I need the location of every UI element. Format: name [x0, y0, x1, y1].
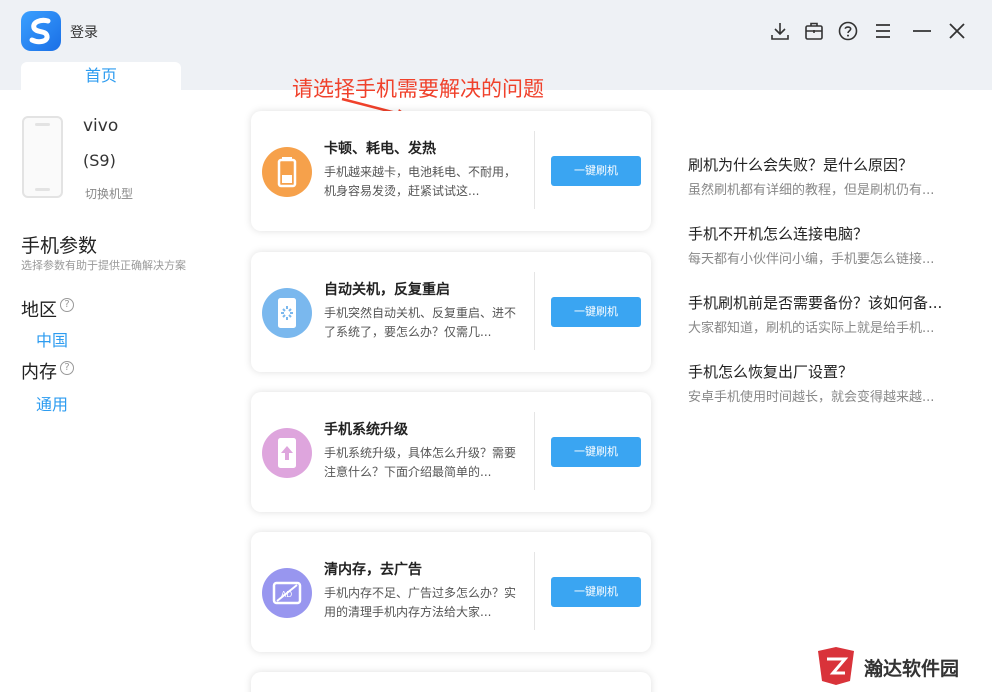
card-auto-shutdown: 自动关机，反复重启 手机突然自动关机、反复重启、进不了系统了，要怎么办？仅需几.… — [251, 252, 651, 372]
article-title[interactable]: 手机怎么恢复出厂设置？ — [688, 361, 853, 382]
card-title: 自动关机，反复重启 — [324, 282, 450, 298]
phone-image — [22, 116, 63, 198]
download-icon[interactable] — [769, 20, 791, 42]
no-ad-icon: AD — [262, 568, 312, 618]
article-title[interactable]: 手机不开机怎么连接电脑？ — [688, 223, 868, 244]
card-desc: 手机系统升级，具体怎么升级？需要注意什么？下面介绍最简单的... — [324, 446, 517, 479]
card-divider — [534, 131, 535, 209]
memory-help-icon[interactable]: ? — [60, 361, 74, 375]
phone-upgrade-icon — [262, 428, 312, 478]
card-desc: 手机越来越卡，电池耗电、不耐用，机身容易发烫，赶紧试试这... — [324, 165, 517, 198]
card-divider — [534, 412, 535, 490]
region-help-icon[interactable]: ? — [60, 298, 74, 312]
region-label: 地区 — [21, 300, 57, 321]
close-icon[interactable] — [946, 20, 968, 42]
region-select[interactable]: 中国 — [36, 327, 68, 351]
help-icon[interactable] — [837, 20, 859, 42]
title-bar: 登录 — [0, 0, 992, 62]
article-summary[interactable]: 大家都知道，刷机的话实际上就是给手机... — [688, 317, 934, 336]
card-divider — [534, 552, 535, 630]
params-subtitle: 选择参数有助于提供正确解决方案 — [21, 259, 186, 272]
memory-label: 内存 — [21, 362, 57, 383]
card-partial — [251, 672, 651, 692]
card-title: 手机系统升级 — [324, 422, 408, 438]
params-title: 手机参数 — [21, 235, 98, 257]
article-summary[interactable]: 虽然刷机都有详细的教程，但是刷机仍有... — [688, 179, 934, 198]
switch-model-link[interactable]: 切换机型 — [85, 185, 133, 202]
card-lag-battery: 卡顿、耗电、发热 手机越来越卡，电池耗电、不耐用，机身容易发烫，赶紧试试这...… — [251, 111, 651, 231]
card-system-upgrade: 手机系统升级 手机系统升级，具体怎么升级？需要注意什么？下面介绍最简单的... … — [251, 392, 651, 512]
login-link[interactable]: 登录 — [70, 22, 98, 42]
minimize-icon[interactable] — [911, 20, 933, 42]
device-model: (S9) — [83, 151, 116, 170]
card-divider — [534, 272, 535, 350]
phone-loading-icon — [262, 288, 312, 338]
menu-icon[interactable] — [872, 20, 894, 42]
card-title: 卡顿、耗电、发热 — [324, 141, 436, 157]
flash-button[interactable]: 一键刷机 — [551, 297, 641, 327]
watermark-logo-icon — [818, 647, 854, 685]
flash-button[interactable]: 一键刷机 — [551, 437, 641, 467]
battery-icon — [262, 147, 312, 197]
device-brand: vivo — [83, 116, 119, 136]
card-desc: 手机内存不足、广告过多怎么办？实用的清理手机内存方法给大家... — [324, 586, 517, 619]
svg-text:AD: AD — [281, 590, 292, 599]
article-title[interactable]: 手机刷机前是否需要备份？该如何备... — [688, 292, 942, 313]
app-logo-icon — [21, 11, 61, 51]
card-desc: 手机突然自动关机、反复重启、进不了系统了，要怎么办？仅需几... — [324, 306, 517, 339]
tab-home[interactable]: 首页 — [21, 62, 181, 90]
watermark-text: 瀚达软件园 — [864, 658, 960, 680]
article-summary[interactable]: 安卓手机使用时间越长，就会变得越来越... — [688, 386, 934, 405]
card-title: 清内存，去广告 — [324, 562, 422, 578]
flash-button[interactable]: 一键刷机 — [551, 156, 641, 186]
article-summary[interactable]: 每天都有小伙伴问小编，手机要怎么链接... — [688, 248, 934, 267]
memory-select[interactable]: 通用 — [36, 391, 68, 415]
flash-button[interactable]: 一键刷机 — [551, 577, 641, 607]
toolbox-icon[interactable] — [803, 20, 825, 42]
article-title[interactable]: 刷机为什么会失败？是什么原因？ — [688, 154, 913, 175]
card-clean-memory: AD 清内存，去广告 手机内存不足、广告过多怎么办？实用的清理手机内存方法给大家… — [251, 532, 651, 652]
